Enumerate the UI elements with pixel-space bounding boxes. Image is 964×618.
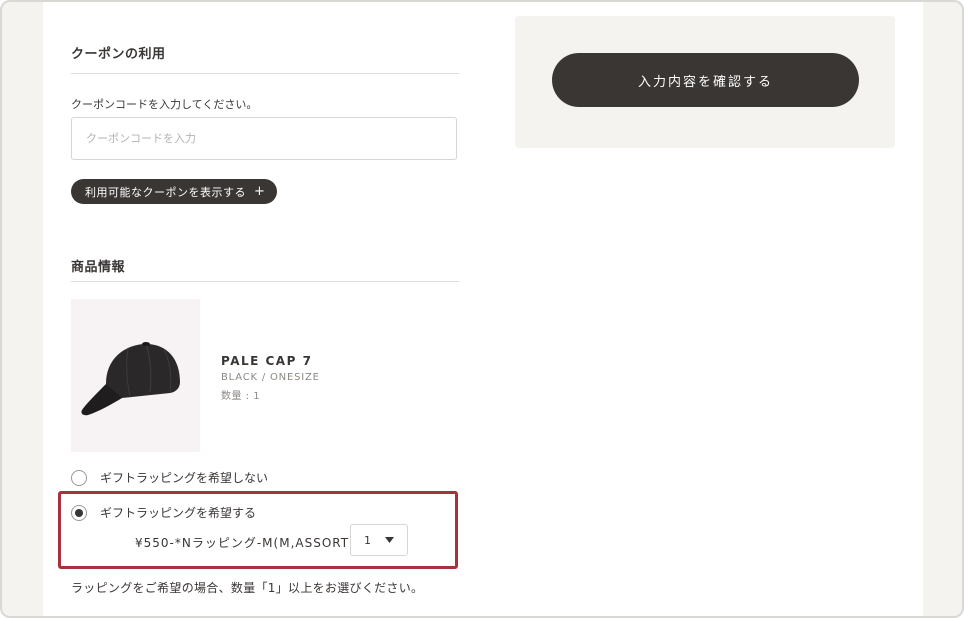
product-quantity: 数量 : 1 <box>221 391 261 402</box>
coupon-divider <box>71 73 459 74</box>
product-section-title: 商品情報 <box>71 260 126 275</box>
page-frame: クーポンの利用 クーポンコードを入力してください。 利用可能なクーポンを表示する… <box>0 0 964 618</box>
product-info: PALE CAP 7 BLACK / ONESIZE 数量 : 1 <box>221 354 320 402</box>
coupon-section-title: クーポンの利用 <box>71 47 166 62</box>
plus-icon: + <box>254 184 266 199</box>
coupon-code-input[interactable] <box>71 117 457 160</box>
product-divider <box>71 281 459 282</box>
show-coupons-button[interactable]: 利用可能なクーポンを表示する + <box>71 179 278 204</box>
product-name: PALE CAP 7 <box>221 354 313 368</box>
gift-no-radio[interactable] <box>71 469 87 486</box>
confirm-panel: 入力内容を確認する <box>515 16 895 148</box>
confirm-input-button[interactable]: 入力内容を確認する <box>552 53 859 107</box>
wrapping-note: ラッピングをご希望の場合、数量「1」以上をお選びください。 <box>71 581 424 595</box>
show-coupons-label: 利用可能なクーポンを表示する <box>85 185 246 199</box>
main-content: クーポンの利用 クーポンコードを入力してください。 利用可能なクーポンを表示する… <box>43 2 923 616</box>
cap-icon <box>80 341 180 415</box>
gift-selection-highlight <box>58 491 458 569</box>
coupon-code-label: クーポンコードを入力してください。 <box>71 98 258 111</box>
product-image <box>71 299 200 452</box>
gift-no-option[interactable]: ギフトラッピングを希望しない <box>71 469 268 486</box>
gift-no-label: ギフトラッピングを希望しない <box>100 471 269 485</box>
product-variant: BLACK / ONESIZE <box>221 372 320 383</box>
